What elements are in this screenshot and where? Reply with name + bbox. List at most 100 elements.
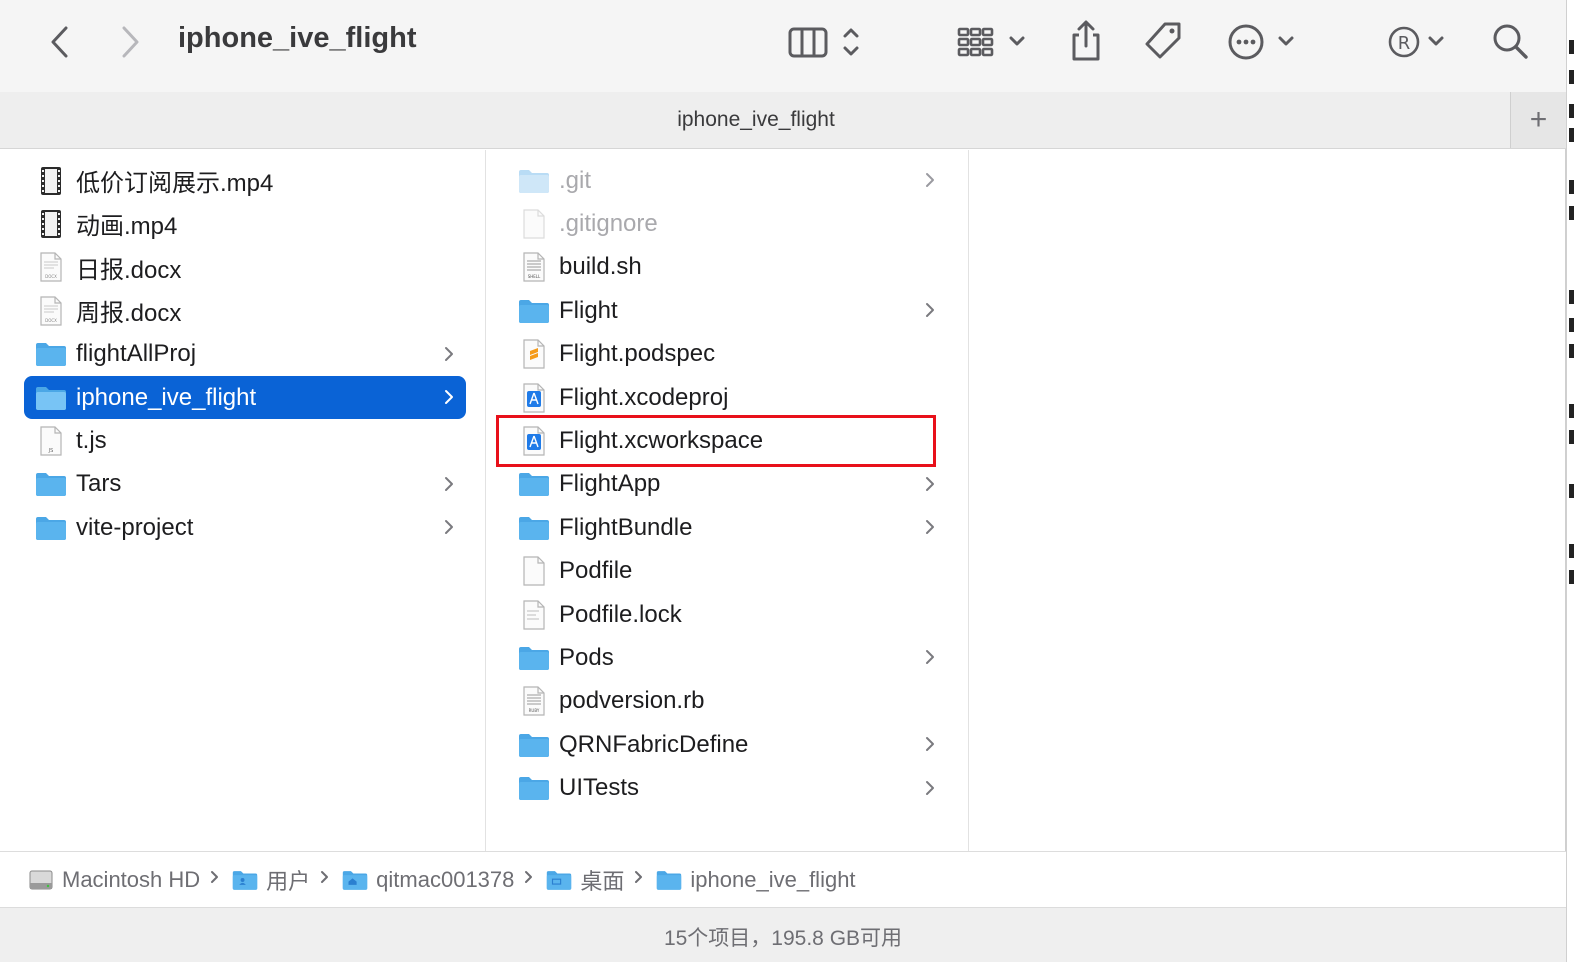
file-row-uitests[interactable]: UITests [509, 767, 947, 810]
file-row-qrnfabricdefine[interactable]: QRNFabricDefine [509, 723, 947, 766]
ellipsis-circle-icon [1228, 24, 1294, 60]
file-name: 周报.docx [76, 300, 182, 328]
disclosure-chevron-icon [442, 385, 456, 409]
forward-button[interactable] [110, 22, 150, 62]
file-name: podversion.rb [559, 687, 705, 715]
svg-text:SHELL: SHELL [528, 274, 541, 279]
window-title: iphone_ive_flight [178, 22, 417, 54]
file-row-日报-docx[interactable]: DOCX 日报.docx [24, 246, 466, 289]
search-button[interactable] [1488, 18, 1532, 64]
file-row-podfile-lock[interactable]: Podfile.lock [509, 593, 947, 636]
file-row-flightbundle[interactable]: FlightBundle [509, 506, 947, 549]
disclosure-chevron-icon [923, 515, 937, 539]
file-row-flightapp[interactable]: FlightApp [509, 463, 947, 506]
tab-title[interactable]: iphone_ive_flight [0, 108, 1512, 132]
file-name: FlightApp [559, 470, 661, 498]
finder-window: iphone_ive_flight R iphone_ive_flight + … [0, 0, 1566, 962]
path-bar: Macintosh HD 用户 qitmac001378 桌面 iphone_ive_f… [0, 851, 1566, 907]
disclosure-chevron-icon [923, 645, 937, 669]
tab-bar: iphone_ive_flight + [0, 92, 1566, 149]
file-row-tars[interactable]: Tars [24, 463, 466, 506]
toolbar: iphone_ive_flight R [0, 0, 1566, 92]
disclosure-chevron-icon [923, 298, 937, 322]
back-button[interactable] [40, 22, 80, 62]
breadcrumb-label: 桌面 [580, 868, 625, 894]
file-name: Flight [559, 296, 618, 324]
new-tab-button[interactable]: + [1510, 92, 1566, 148]
grid-group-icon [957, 27, 1025, 57]
svg-text:DOCX: DOCX [45, 318, 57, 323]
breadcrumb-macintosh-hd[interactable]: Macintosh HD [28, 867, 200, 893]
file-row-build-sh[interactable]: SHELL build.sh [509, 246, 947, 289]
breadcrumb-qitmac001378[interactable]: qitmac001378 [342, 867, 514, 893]
docx-file-icon: DOCX [34, 252, 68, 282]
file-row-flight-podspec[interactable]: Flight.podspec [509, 333, 947, 376]
file-name: build.sh [559, 253, 642, 281]
disclosure-chevron-icon [442, 515, 456, 539]
file-name: .gitignore [559, 209, 658, 237]
folder-icon [34, 383, 68, 413]
file-row-podfile[interactable]: Podfile [509, 550, 947, 593]
file-row-flight[interactable]: Flight [509, 289, 947, 332]
column-1[interactable]: 低价订阅展示.mp4 动画.mp4 DOCX 日报.docx DOCX 周报.docx fl… [0, 150, 486, 851]
folder-icon [517, 513, 551, 543]
disclosure-chevron-icon [923, 776, 937, 800]
folder-icon [34, 469, 68, 499]
breadcrumb-separator-icon [524, 869, 534, 890]
disclosure-chevron-icon [923, 732, 937, 756]
tag-icon [1145, 22, 1181, 59]
file-row-pods[interactable]: Pods [509, 636, 947, 679]
breadcrumb-桌面[interactable]: 桌面 [546, 864, 624, 896]
file-row-flight-xcodeproj[interactable]: Flight.xcodeproj [509, 376, 947, 419]
file-name: 动画.mp4 [76, 213, 178, 241]
svg-text:RUBY: RUBY [529, 708, 540, 713]
file-row-vite-project[interactable]: vite-project [24, 506, 466, 549]
file-name: vite-project [76, 513, 194, 541]
file-row-flightallproj[interactable]: flightAllProj [24, 333, 466, 376]
column-3-empty[interactable] [970, 150, 1566, 851]
file-row-动画-mp4[interactable]: 动画.mp4 [24, 202, 466, 245]
group-button[interactable] [954, 20, 1030, 64]
more-actions-button[interactable] [1226, 20, 1302, 64]
file-name: 低价订阅展示.mp4 [76, 170, 274, 197]
folder-icon [34, 339, 68, 369]
disclosure-chevron-icon [923, 472, 937, 496]
column-2[interactable]: .git .gitignore SHELL build.sh Flight Flight.… [487, 150, 969, 851]
file-name: t.js [76, 426, 107, 454]
ruby-file-icon: RUBY [517, 686, 551, 716]
breadcrumb-iphone-ive-flight[interactable]: iphone_ive_flight [656, 866, 856, 893]
breadcrumb-separator-icon [210, 869, 220, 890]
breadcrumb-label: iphone_ive_flight [690, 866, 856, 892]
hard-drive-icon [28, 869, 54, 891]
columns-view-icon [788, 27, 859, 58]
folder-icon [517, 469, 551, 499]
extension-button[interactable]: R [1386, 20, 1452, 64]
breadcrumb-用户[interactable]: 用户 [232, 864, 310, 896]
file-row-gitignore[interactable]: .gitignore [509, 202, 947, 245]
folder-icon [517, 643, 551, 673]
file-row-podversion-rb[interactable]: RUBY podversion.rb [509, 680, 947, 723]
tag-button[interactable] [1140, 18, 1186, 64]
breadcrumb-label: 用户 [266, 868, 311, 894]
file-row-t-js[interactable]: JS t.js [24, 419, 466, 462]
blank-file-icon [517, 209, 551, 239]
js-file-icon: JS [34, 426, 68, 456]
folder-icon [656, 869, 682, 891]
file-name: Pods [559, 643, 614, 671]
sublime-file-icon [517, 339, 551, 369]
view-mode-button[interactable] [786, 20, 872, 64]
file-row-低价订阅展示-mp4[interactable]: 低价订阅展示.mp4 [24, 159, 466, 202]
file-row-iphone-ive-flight[interactable]: iphone_ive_flight [24, 376, 466, 419]
file-name: Podfile [559, 557, 633, 585]
background-window-edge [1566, 0, 1590, 962]
file-row-周报-docx[interactable]: DOCX 周报.docx [24, 289, 466, 332]
file-row-git[interactable]: .git [509, 159, 947, 202]
file-name: UITests [559, 774, 640, 802]
folder-icon [517, 166, 551, 196]
share-button[interactable] [1064, 18, 1108, 64]
breadcrumb-separator-icon [634, 869, 644, 890]
breadcrumb-separator-icon [320, 869, 330, 890]
folder-icon [34, 513, 68, 543]
movie-file-icon [34, 166, 68, 196]
highlight-annotation-box [496, 415, 936, 467]
